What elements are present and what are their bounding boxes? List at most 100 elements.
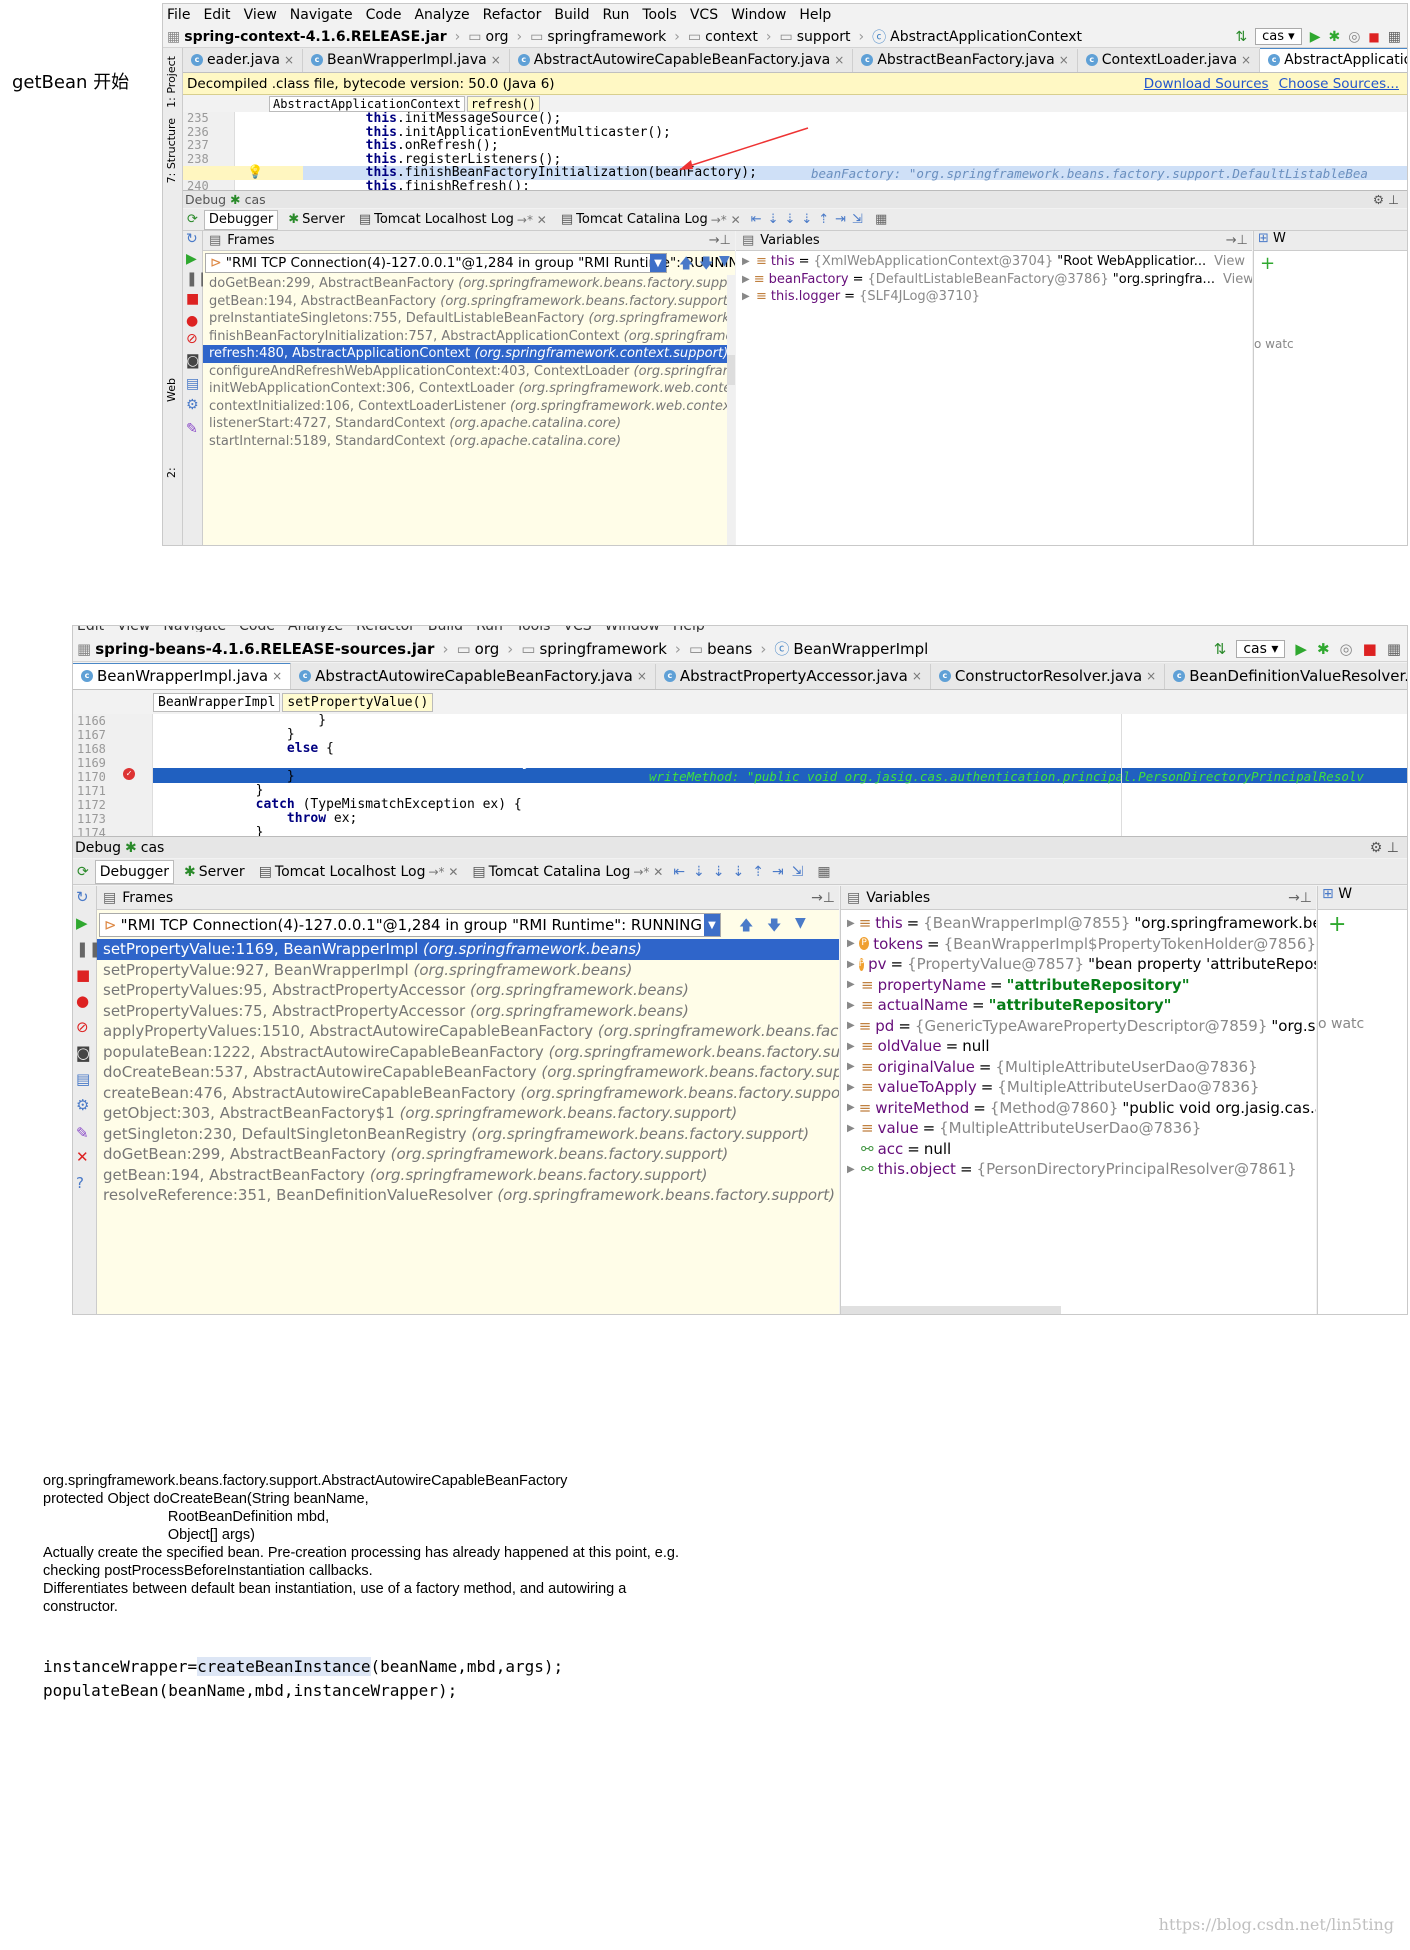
variable-row[interactable]: ▶ ≡ propertyName = "attributeRepository" xyxy=(841,975,1316,996)
frame-row[interactable]: setPropertyValues:75, AbstractPropertyAc… xyxy=(97,1001,839,1022)
breadcrumb-item[interactable]: ▭ org › xyxy=(464,27,526,47)
breadcrumb-item[interactable]: ▭ context › xyxy=(684,27,776,47)
tab-abstractapplicationcontext-class[interactable]: cAbstractApplicationContext.class× xyxy=(1260,48,1407,72)
arrow-up-icon[interactable]: 🡅 xyxy=(739,915,753,939)
stop-icon[interactable]: ■ xyxy=(1368,30,1379,44)
frame-row[interactable]: doCreateBean:537, AbstractAutowireCapabl… xyxy=(97,1062,839,1083)
menu-item-help[interactable]: Help xyxy=(799,7,831,23)
menu-item-run[interactable]: Run xyxy=(476,626,503,632)
menu-item-analyze[interactable]: Analyze xyxy=(288,626,343,632)
variable-row[interactable]: ▶ ≡ originalValue = {MultipleAttributeUserDa… xyxy=(841,1057,1316,1078)
expand-arrow-icon[interactable]: ▶ xyxy=(847,979,857,990)
chevron-down-icon[interactable]: ▼ xyxy=(650,254,666,272)
tab-eader-java[interactable]: c eader.java × xyxy=(183,49,304,72)
expand-arrow-icon[interactable]: ▶ xyxy=(847,959,855,970)
variable-row[interactable]: ▶ ≡ actualName = "attributeRepository" xyxy=(841,995,1316,1016)
web-tool-tab[interactable]: Web xyxy=(165,378,178,402)
pin-icon[interactable]: →⊥ xyxy=(811,890,839,906)
tab-beandefinitionvalueresolver-java[interactable]: cBeanDefinitionValueResolver.java× xyxy=(1165,664,1407,689)
code-editor[interactable]: 1166 1167 1168 1169 1170 1171 1172 1173 1174 ✓ }… xyxy=(73,714,1407,836)
menu-item-window[interactable]: Window xyxy=(731,7,786,23)
menu-item-refactor[interactable]: Refactor xyxy=(356,626,415,632)
rerun-icon[interactable]: ⟳ xyxy=(73,864,89,880)
stop-icon[interactable]: ■ xyxy=(186,291,200,307)
breadcrumb-item[interactable]: ▭ beans › xyxy=(685,638,770,659)
thread-select[interactable]: ⊳ "RMI TCP Connection(4)-127.0.0.1"@1,28… xyxy=(205,253,735,273)
coverage-icon[interactable]: ◎ xyxy=(1340,640,1353,658)
variable-row[interactable]: ▶ ≡ pd = {GenericTypeAwarePropertyDescriptor… xyxy=(841,1016,1316,1037)
bulb-icon[interactable]: 💡 xyxy=(247,165,263,180)
tab-tomcat-localhost-log[interactable]: ▤ Tomcat Localhost Log →* ✕ xyxy=(355,210,551,230)
menu-item-help[interactable]: Help xyxy=(673,626,705,632)
stop-icon[interactable]: ■ xyxy=(76,966,90,984)
tab-beanwrapperimpl-java[interactable]: c BeanWrapperImpl.java × xyxy=(303,49,510,72)
breadcrumb-item[interactable]: ▭ support › xyxy=(776,27,869,47)
restore-icon[interactable]: ↻ xyxy=(186,231,200,247)
frame-row[interactable]: initWebApplicationContext:306, ContextLo… xyxy=(203,380,735,398)
camera-icon[interactable]: ◙ xyxy=(186,353,200,369)
variable-row[interactable]: ▶ ≡ oldValue = null xyxy=(841,1036,1316,1057)
camera-icon[interactable]: ◙ xyxy=(76,1044,91,1062)
breadcrumb-item[interactable]: ▦ spring-beans-4.1.6.RELEASE-sources.jar › xyxy=(73,638,452,659)
arrow-down-icon[interactable]: 🡇 xyxy=(699,253,713,277)
project-structure-icon[interactable]: ▦ xyxy=(1388,29,1401,45)
pin-icon[interactable]: ✎ xyxy=(76,1124,90,1142)
class-crumb[interactable]: BeanWrapperImpl xyxy=(153,693,281,712)
pin-icon[interactable]: →* ✕ xyxy=(517,213,547,227)
menu-item-build[interactable]: Build xyxy=(428,626,463,632)
tab-abstractautowirecapablebeanfactory-java[interactable]: c AbstractAutowireCapableBeanFactory.java… xyxy=(291,664,656,689)
frames-view-icon[interactable]: ▦ xyxy=(875,212,887,227)
breadcrumb-item[interactable]: ▭ org › xyxy=(452,638,517,659)
layout-icon[interactable]: ▤ xyxy=(76,1070,90,1088)
variable-row[interactable]: ▶ ≡ this = {BeanWrapperImpl@7855} "org.spring… xyxy=(841,913,1316,934)
rerun-icon[interactable]: ⟳ xyxy=(183,212,198,227)
restore-icon[interactable]: ↻ xyxy=(76,888,90,906)
expand-arrow-icon[interactable]: ▶ xyxy=(847,1102,855,1113)
scrollbar[interactable] xyxy=(727,275,735,545)
breakpoint-icon[interactable]: ✓ xyxy=(123,768,135,780)
frame-row[interactable]: setPropertyValues:95, AbstractPropertyAc… xyxy=(97,980,839,1001)
coverage-icon[interactable]: ◎ xyxy=(1348,29,1360,45)
variable-row[interactable]: ▶ ≡ writeMethod = {Method@7860} "public void … xyxy=(841,1098,1316,1119)
frame-row[interactable]: getObject:303, AbstractBeanFactory$1 (or… xyxy=(97,1103,839,1124)
horizontal-scrollbar[interactable] xyxy=(841,1306,1061,1314)
frame-row[interactable]: setPropertyValue:927, BeanWrapperImpl (o… xyxy=(97,960,839,981)
frame-row[interactable]: refresh:480, AbstractApplicationContext … xyxy=(203,345,735,363)
stop-icon[interactable]: ■ xyxy=(1363,640,1377,658)
tab-abstractbeanfactory-java[interactable]: c AbstractBeanFactory.java × xyxy=(853,49,1078,72)
frame-row[interactable]: setPropertyValue:1169, BeanWrapperImpl (… xyxy=(97,939,839,960)
menu-item-tools[interactable]: Tools xyxy=(642,7,677,23)
variable-row[interactable]: ▶ Ppv = {PropertyValue@7857} "bean property … xyxy=(841,954,1316,975)
pin-icon[interactable]: →⊥ xyxy=(1226,233,1252,248)
menu-item-run[interactable]: Run xyxy=(603,7,630,23)
tab-abstractautowirecapablebeanfactory-java[interactable]: c AbstractAutowireCapableBeanFactory.java… xyxy=(510,49,854,72)
gear-icon[interactable]: ⚙ xyxy=(76,1096,90,1114)
method-crumb[interactable]: refresh() xyxy=(466,96,540,112)
pin-icon[interactable]: →* ✕ xyxy=(633,865,663,879)
frame-row[interactable]: preInstantiateSingletons:755, DefaultLis… xyxy=(203,310,735,328)
frame-row[interactable]: startInternal:5189, StandardContext (org… xyxy=(203,433,735,451)
tab-server[interactable]: ✱ Server xyxy=(180,862,249,882)
menu-item-code[interactable]: Code xyxy=(239,626,275,632)
tab-abstractpropertyaccessor-java[interactable]: c AbstractPropertyAccessor.java × xyxy=(656,664,931,689)
close-icon[interactable]: × xyxy=(1146,669,1156,683)
pin-icon[interactable]: ✎ xyxy=(186,421,200,437)
frame-row[interactable]: listenerStart:4727, StandardContext (org… xyxy=(203,415,735,433)
expand-arrow-icon[interactable]: ▶ xyxy=(847,1041,857,1052)
frame-row[interactable]: doGetBean:299, AbstractBeanFactory (org.… xyxy=(203,275,735,293)
menu-item-navigate[interactable]: Navigate xyxy=(290,7,353,23)
menu-item-navigate[interactable]: Navigate xyxy=(163,626,226,632)
menu-item-tools[interactable]: Tools xyxy=(516,626,551,632)
download-sources-link[interactable]: Download Sources xyxy=(1144,76,1279,92)
tab-constructorresolver-java[interactable]: c ConstructorResolver.java × xyxy=(931,664,1166,689)
frame-row[interactable]: populateBean:1222, AbstractAutowireCapab… xyxy=(97,1042,839,1063)
menu-item-refactor[interactable]: Refactor xyxy=(483,7,542,23)
breakpoints-icon[interactable]: ● xyxy=(76,992,90,1010)
close-icon[interactable]: ✕ xyxy=(76,1148,90,1166)
sort-icon[interactable]: ⇅ xyxy=(1214,640,1227,658)
pause-icon[interactable]: ❚❚ xyxy=(186,271,209,287)
menu-item-code[interactable]: Code xyxy=(366,7,402,23)
pin-icon[interactable]: →* ✕ xyxy=(428,865,458,879)
expand-arrow-icon[interactable]: ▶ xyxy=(847,1000,857,1011)
run-config-select[interactable]: cas ▾ xyxy=(1255,28,1302,45)
